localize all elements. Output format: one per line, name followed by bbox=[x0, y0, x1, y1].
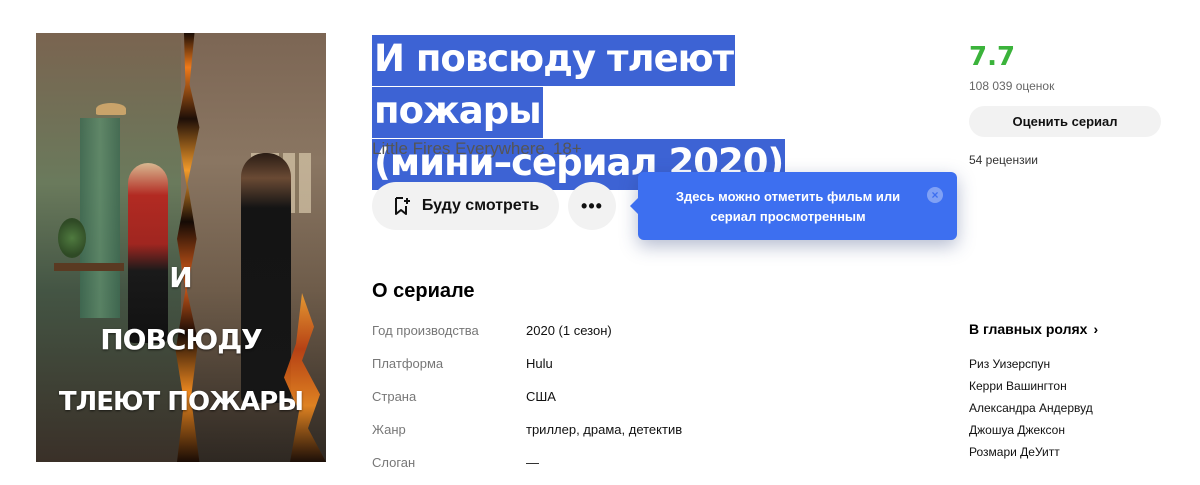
original-title-row: Little Fires Everywhere 18+ bbox=[372, 139, 582, 159]
cast-item[interactable]: Розмари ДеУитт bbox=[969, 441, 1093, 463]
about-key: Слоган bbox=[372, 455, 416, 470]
cast-list: Риз Уизерспун Керри Вашингтон Александра… bbox=[969, 353, 1093, 463]
about-key: Платформа bbox=[372, 356, 444, 371]
rating-value: 7.7 bbox=[969, 42, 1016, 72]
bookmark-plus-icon bbox=[392, 196, 412, 216]
about-value[interactable]: США bbox=[526, 389, 556, 404]
cast-item[interactable]: Джошуа Джексон bbox=[969, 419, 1093, 441]
about-row: Год производства 2020 (1 сезон) bbox=[372, 320, 932, 353]
poster-title-line3: ТЛЕЮТ ПОЖАРЫ bbox=[58, 387, 304, 417]
cast-heading: В главных ролях bbox=[969, 321, 1088, 337]
about-row: Платформа Hulu bbox=[372, 353, 932, 386]
poster-title: И ПОВСЮДУ ТЛЕЮТ ПОЖАРЫ bbox=[36, 33, 326, 462]
age-rating: 18+ bbox=[552, 139, 582, 158]
rate-series-button[interactable]: Оценить сериал bbox=[969, 106, 1161, 137]
chevron-right-icon: › bbox=[1093, 321, 1099, 337]
tooltip-text: Здесь можно отметить фильм или сериал пр… bbox=[675, 189, 901, 224]
watchlist-button-label: Буду смотреть bbox=[421, 197, 540, 214]
about-heading: О сериале bbox=[372, 280, 475, 302]
about-key: Жанр bbox=[372, 422, 406, 437]
cast-item[interactable]: Александра Андервуд bbox=[969, 397, 1093, 419]
about-value: — bbox=[526, 455, 539, 470]
watchlist-button[interactable]: Буду смотреть bbox=[372, 182, 559, 230]
about-row: Жанр триллер, драма, детектив bbox=[372, 419, 932, 452]
about-table: Год производства 2020 (1 сезон) Платформ… bbox=[372, 320, 932, 485]
votes-count: 108 039 оценок bbox=[969, 79, 1055, 93]
more-dots-icon: ••• bbox=[581, 195, 603, 216]
rate-series-label: Оценить сериал bbox=[1012, 114, 1118, 129]
poster-title-line1: И bbox=[169, 261, 193, 294]
reviews-link[interactable]: 54 рецензии bbox=[969, 153, 1038, 167]
poster-title-line2: ПОВСЮДУ bbox=[100, 323, 263, 356]
cast-item[interactable]: Риз Уизерспун bbox=[969, 353, 1093, 375]
about-row: Страна США bbox=[372, 386, 932, 419]
cast-heading-link[interactable]: В главных ролях › bbox=[969, 321, 1098, 337]
poster-image[interactable]: И ПОВСЮДУ ТЛЕЮТ ПОЖАРЫ bbox=[36, 33, 326, 462]
close-icon[interactable]: × bbox=[927, 187, 943, 203]
watched-tooltip: Здесь можно отметить фильм или сериал пр… bbox=[630, 172, 957, 240]
about-key: Год производства bbox=[372, 323, 479, 338]
about-row: Слоган — bbox=[372, 452, 932, 485]
page-title-line1: И повсюду тлеют пожары bbox=[372, 35, 736, 138]
cast-item[interactable]: Керри Вашингтон bbox=[969, 375, 1093, 397]
more-options-button[interactable]: ••• bbox=[568, 182, 616, 230]
about-value[interactable]: 2020 (1 сезон) bbox=[526, 323, 612, 338]
about-value[interactable]: Hulu bbox=[526, 356, 553, 371]
page-title: И повсюду тлеют пожары (мини–сериал 2020… bbox=[372, 33, 892, 190]
about-key: Страна bbox=[372, 389, 417, 404]
original-title: Little Fires Everywhere bbox=[372, 139, 545, 158]
about-value[interactable]: триллер, драма, детектив bbox=[526, 422, 682, 437]
